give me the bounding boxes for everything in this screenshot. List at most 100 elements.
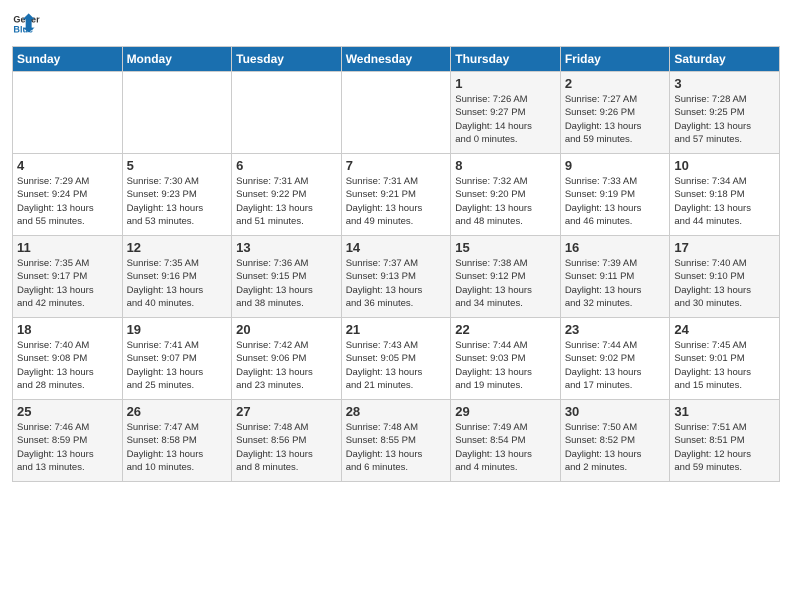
day-info: Sunrise: 7:30 AM Sunset: 9:23 PM Dayligh… [127, 175, 228, 228]
day-info: Sunrise: 7:44 AM Sunset: 9:02 PM Dayligh… [565, 339, 666, 392]
calendar-week-5: 25 Sunrise: 7:46 AM Sunset: 8:59 PM Dayli… [13, 400, 780, 482]
day-header-monday: Monday [122, 47, 232, 72]
day-number: 16 [565, 240, 666, 255]
day-info: Sunrise: 7:26 AM Sunset: 9:27 PM Dayligh… [455, 93, 556, 146]
calendar-cell: 30 Sunrise: 7:50 AM Sunset: 8:52 PM Dayli… [560, 400, 670, 482]
day-number: 21 [346, 322, 447, 337]
calendar-cell: 8 Sunrise: 7:32 AM Sunset: 9:20 PM Daylig… [451, 154, 561, 236]
day-number: 7 [346, 158, 447, 173]
day-number: 31 [674, 404, 775, 419]
day-info: Sunrise: 7:33 AM Sunset: 9:19 PM Dayligh… [565, 175, 666, 228]
day-info: Sunrise: 7:35 AM Sunset: 9:16 PM Dayligh… [127, 257, 228, 310]
day-info: Sunrise: 7:40 AM Sunset: 9:08 PM Dayligh… [17, 339, 118, 392]
day-info: Sunrise: 7:51 AM Sunset: 8:51 PM Dayligh… [674, 421, 775, 474]
day-info: Sunrise: 7:42 AM Sunset: 9:06 PM Dayligh… [236, 339, 337, 392]
calendar-week-3: 11 Sunrise: 7:35 AM Sunset: 9:17 PM Dayli… [13, 236, 780, 318]
day-info: Sunrise: 7:50 AM Sunset: 8:52 PM Dayligh… [565, 421, 666, 474]
logo-icon: General Blue [12, 10, 40, 38]
day-number: 19 [127, 322, 228, 337]
calendar-cell: 23 Sunrise: 7:44 AM Sunset: 9:02 PM Dayli… [560, 318, 670, 400]
day-number: 29 [455, 404, 556, 419]
day-number: 13 [236, 240, 337, 255]
day-header-tuesday: Tuesday [232, 47, 342, 72]
calendar-cell: 5 Sunrise: 7:30 AM Sunset: 9:23 PM Daylig… [122, 154, 232, 236]
calendar-cell: 10 Sunrise: 7:34 AM Sunset: 9:18 PM Dayli… [670, 154, 780, 236]
calendar-cell: 28 Sunrise: 7:48 AM Sunset: 8:55 PM Dayli… [341, 400, 451, 482]
day-info: Sunrise: 7:43 AM Sunset: 9:05 PM Dayligh… [346, 339, 447, 392]
day-header-sunday: Sunday [13, 47, 123, 72]
day-info: Sunrise: 7:38 AM Sunset: 9:12 PM Dayligh… [455, 257, 556, 310]
day-info: Sunrise: 7:28 AM Sunset: 9:25 PM Dayligh… [674, 93, 775, 146]
calendar-week-2: 4Sunrise: 7:29 AM Sunset: 9:24 PM Daylig… [13, 154, 780, 236]
day-number: 10 [674, 158, 775, 173]
calendar-cell: 15 Sunrise: 7:38 AM Sunset: 9:12 PM Dayli… [451, 236, 561, 318]
calendar-cell: 11 Sunrise: 7:35 AM Sunset: 9:17 PM Dayli… [13, 236, 123, 318]
calendar-cell [122, 72, 232, 154]
calendar-week-4: 18Sunrise: 7:40 AM Sunset: 9:08 PM Dayli… [13, 318, 780, 400]
days-header-row: SundayMondayTuesdayWednesdayThursdayFrid… [13, 47, 780, 72]
day-info: Sunrise: 7:31 AM Sunset: 9:22 PM Dayligh… [236, 175, 337, 228]
calendar-cell: 19Sunrise: 7:41 AM Sunset: 9:07 PM Dayli… [122, 318, 232, 400]
calendar-cell: 29 Sunrise: 7:49 AM Sunset: 8:54 PM Dayli… [451, 400, 561, 482]
day-number: 24 [674, 322, 775, 337]
day-header-friday: Friday [560, 47, 670, 72]
day-header-wednesday: Wednesday [341, 47, 451, 72]
calendar-cell [232, 72, 342, 154]
day-info: Sunrise: 7:47 AM Sunset: 8:58 PM Dayligh… [127, 421, 228, 474]
calendar-cell: 9 Sunrise: 7:33 AM Sunset: 9:19 PM Daylig… [560, 154, 670, 236]
day-info: Sunrise: 7:45 AM Sunset: 9:01 PM Dayligh… [674, 339, 775, 392]
day-info: Sunrise: 7:48 AM Sunset: 8:55 PM Dayligh… [346, 421, 447, 474]
day-header-thursday: Thursday [451, 47, 561, 72]
day-number: 12 [127, 240, 228, 255]
calendar-cell: 18Sunrise: 7:40 AM Sunset: 9:08 PM Dayli… [13, 318, 123, 400]
day-number: 25 [17, 404, 118, 419]
calendar-cell: 2 Sunrise: 7:27 AM Sunset: 9:26 PM Daylig… [560, 72, 670, 154]
calendar-cell: 26 Sunrise: 7:47 AM Sunset: 8:58 PM Dayli… [122, 400, 232, 482]
day-number: 15 [455, 240, 556, 255]
logo: General Blue [12, 10, 40, 38]
day-number: 26 [127, 404, 228, 419]
day-number: 11 [17, 240, 118, 255]
day-info: Sunrise: 7:27 AM Sunset: 9:26 PM Dayligh… [565, 93, 666, 146]
calendar-cell: 4Sunrise: 7:29 AM Sunset: 9:24 PM Daylig… [13, 154, 123, 236]
day-info: Sunrise: 7:46 AM Sunset: 8:59 PM Dayligh… [17, 421, 118, 474]
day-number: 9 [565, 158, 666, 173]
day-number: 3 [674, 76, 775, 91]
day-number: 14 [346, 240, 447, 255]
calendar-cell: 21 Sunrise: 7:43 AM Sunset: 9:05 PM Dayli… [341, 318, 451, 400]
day-number: 5 [127, 158, 228, 173]
day-info: Sunrise: 7:34 AM Sunset: 9:18 PM Dayligh… [674, 175, 775, 228]
calendar-cell: 16 Sunrise: 7:39 AM Sunset: 9:11 PM Dayli… [560, 236, 670, 318]
day-info: Sunrise: 7:44 AM Sunset: 9:03 PM Dayligh… [455, 339, 556, 392]
calendar-cell: 22Sunrise: 7:44 AM Sunset: 9:03 PM Dayli… [451, 318, 561, 400]
day-info: Sunrise: 7:40 AM Sunset: 9:10 PM Dayligh… [674, 257, 775, 310]
day-number: 28 [346, 404, 447, 419]
day-info: Sunrise: 7:39 AM Sunset: 9:11 PM Dayligh… [565, 257, 666, 310]
calendar-table: SundayMondayTuesdayWednesdayThursdayFrid… [12, 46, 780, 482]
calendar-cell: 6Sunrise: 7:31 AM Sunset: 9:22 PM Daylig… [232, 154, 342, 236]
main-container: General Blue SundayMondayTuesdayWednesda… [0, 0, 792, 612]
calendar-cell: 3 Sunrise: 7:28 AM Sunset: 9:25 PM Daylig… [670, 72, 780, 154]
day-info: Sunrise: 7:31 AM Sunset: 9:21 PM Dayligh… [346, 175, 447, 228]
day-info: Sunrise: 7:32 AM Sunset: 9:20 PM Dayligh… [455, 175, 556, 228]
day-info: Sunrise: 7:37 AM Sunset: 9:13 PM Dayligh… [346, 257, 447, 310]
header: General Blue [12, 10, 780, 38]
calendar-cell: 17 Sunrise: 7:40 AM Sunset: 9:10 PM Dayli… [670, 236, 780, 318]
day-number: 27 [236, 404, 337, 419]
calendar-cell: 14 Sunrise: 7:37 AM Sunset: 9:13 PM Dayli… [341, 236, 451, 318]
day-number: 23 [565, 322, 666, 337]
day-number: 30 [565, 404, 666, 419]
day-number: 8 [455, 158, 556, 173]
calendar-cell [13, 72, 123, 154]
calendar-cell: 27 Sunrise: 7:48 AM Sunset: 8:56 PM Dayli… [232, 400, 342, 482]
day-info: Sunrise: 7:48 AM Sunset: 8:56 PM Dayligh… [236, 421, 337, 474]
calendar-cell: 25 Sunrise: 7:46 AM Sunset: 8:59 PM Dayli… [13, 400, 123, 482]
day-number: 20 [236, 322, 337, 337]
calendar-cell: 13Sunrise: 7:36 AM Sunset: 9:15 PM Dayli… [232, 236, 342, 318]
day-number: 17 [674, 240, 775, 255]
day-info: Sunrise: 7:49 AM Sunset: 8:54 PM Dayligh… [455, 421, 556, 474]
day-number: 2 [565, 76, 666, 91]
calendar-cell: 7 Sunrise: 7:31 AM Sunset: 9:21 PM Daylig… [341, 154, 451, 236]
calendar-cell: 20 Sunrise: 7:42 AM Sunset: 9:06 PM Dayli… [232, 318, 342, 400]
day-info: Sunrise: 7:35 AM Sunset: 9:17 PM Dayligh… [17, 257, 118, 310]
